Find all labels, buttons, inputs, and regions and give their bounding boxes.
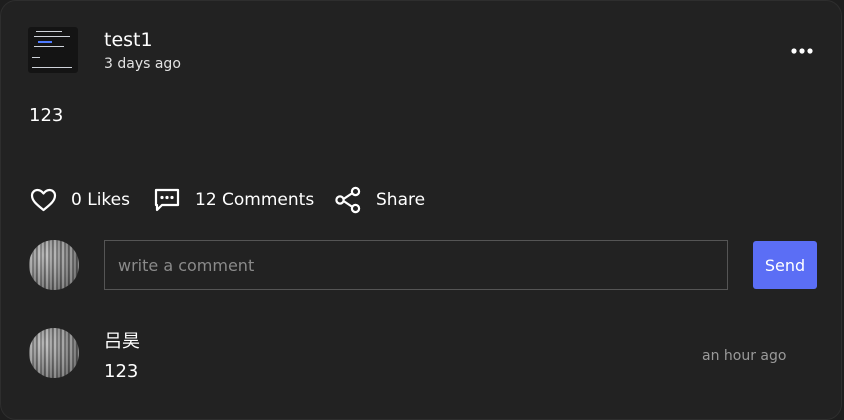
current-user-avatar bbox=[29, 240, 79, 290]
more-horizontal-icon bbox=[791, 48, 813, 54]
comment-text: 123 bbox=[104, 361, 139, 382]
like-button[interactable]: 0 Likes bbox=[30, 185, 130, 215]
comment-timestamp: an hour ago bbox=[702, 348, 787, 364]
comment-author-name[interactable]: 吕昊 bbox=[104, 331, 140, 353]
more-options-button[interactable] bbox=[787, 41, 817, 61]
share-button[interactable]: Share bbox=[334, 185, 425, 215]
post-timestamp: 3 days ago bbox=[104, 56, 181, 72]
comment-input[interactable] bbox=[104, 240, 728, 290]
share-icon bbox=[335, 186, 361, 214]
post-card: test1 3 days ago 123 0 Likes 12 Comments bbox=[0, 0, 842, 420]
comments-count-label: 12 Comments bbox=[195, 190, 315, 210]
send-button[interactable]: Send bbox=[753, 241, 817, 289]
comments-button[interactable]: 12 Comments bbox=[153, 185, 314, 215]
likes-count-label: 0 Likes bbox=[71, 190, 130, 210]
share-label: Share bbox=[376, 190, 426, 210]
post-author-avatar[interactable] bbox=[28, 27, 78, 73]
heart-icon bbox=[30, 188, 57, 212]
post-content: 123 bbox=[29, 105, 64, 126]
comment-icon bbox=[154, 188, 180, 212]
comment-author-avatar[interactable] bbox=[29, 328, 79, 378]
post-author-name[interactable]: test1 bbox=[104, 28, 153, 52]
